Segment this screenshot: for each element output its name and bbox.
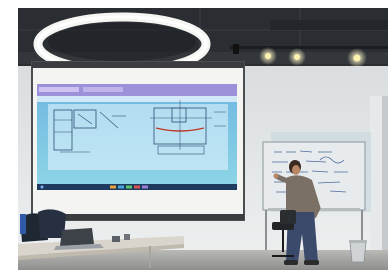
- classroom-photo: [0, 0, 388, 270]
- trash-bin: [349, 240, 367, 263]
- table-object: [124, 234, 130, 240]
- window-frame: [382, 96, 388, 266]
- table-object: [112, 236, 120, 242]
- projected-desktop: [37, 84, 237, 190]
- classroom-scene: [0, 0, 388, 270]
